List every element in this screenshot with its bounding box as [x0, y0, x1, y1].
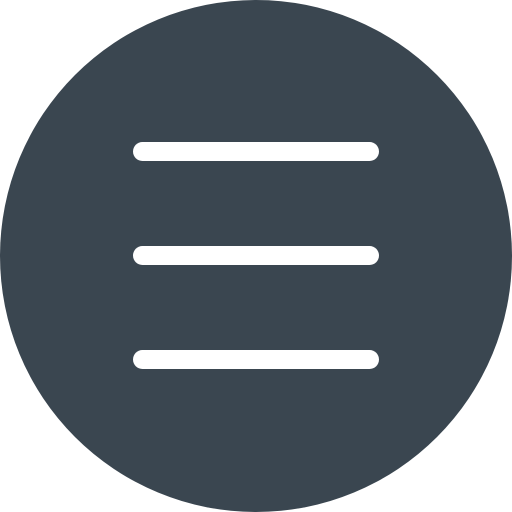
menu-line-bottom — [133, 350, 379, 369]
menu-line-top — [133, 142, 379, 161]
menu-button[interactable] — [0, 0, 512, 512]
hamburger-menu-icon — [0, 0, 512, 512]
menu-line-middle — [133, 246, 379, 265]
